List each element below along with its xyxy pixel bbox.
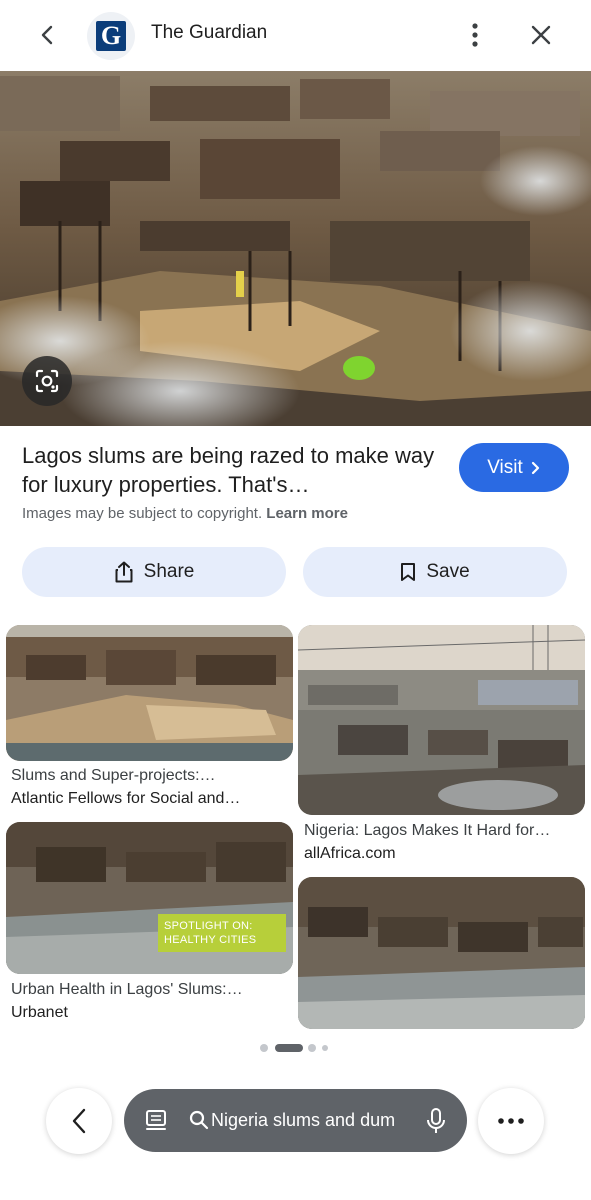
spotlight-overlay-line-2: HEALTHY CITIES [164,934,257,946]
chevron-right-icon [531,461,539,474]
close-icon [531,25,551,45]
related-image-4[interactable] [298,877,585,1029]
copyright-text: Images may be subject to copyright. [22,505,263,522]
bottom-back-button[interactable] [46,1088,112,1154]
more-horiz-icon [498,1118,524,1124]
back-arrow-icon [72,1108,86,1134]
search-icon [189,1110,209,1130]
save-button[interactable]: Save [303,547,567,597]
lens-icon [35,369,59,393]
related-image-2[interactable] [298,625,585,815]
mic-icon[interactable] [426,1107,446,1135]
back-button[interactable] [30,17,66,53]
tabs-icon[interactable] [144,1108,168,1132]
pagination-dots [260,1043,340,1053]
spotlight-overlay-line-1: SPOTLIGHT ON: [164,920,253,932]
share-icon [115,561,133,583]
related-source-1: Atlantic Fellows for Social and… [11,790,241,807]
learn-more-link[interactable]: Learn more [266,505,348,522]
related-image-1[interactable] [6,625,293,761]
save-label: Save [426,561,470,582]
more-options-button[interactable] [457,17,493,53]
site-logo: G [87,12,135,60]
visit-label: Visit [487,456,523,478]
share-button[interactable]: Share [22,547,286,597]
related-image-3[interactable]: SPOTLIGHT ON: HEALTHY CITIES [6,822,293,974]
top-app-bar: G The Guardian [0,0,591,71]
related-title-1[interactable]: Slums and Super-projects:… [11,767,296,785]
search-bar[interactable]: Nigeria slums and dum [124,1089,467,1152]
page-dot [308,1044,316,1052]
share-label: Share [143,561,195,582]
page-dot [322,1045,328,1051]
close-button[interactable] [523,17,559,53]
guardian-logo-icon: G [96,21,126,51]
copyright-notice: Images may be subject to copyright. Lear… [22,505,348,522]
site-title: The Guardian [151,22,268,43]
related-source-2: allAfrica.com [304,845,396,862]
page-dot-active [275,1044,303,1052]
related-title-2[interactable]: Nigeria: Lagos Makes It Hard for… [304,822,589,840]
related-source-3: Urbanet [11,1004,68,1021]
back-arrow-icon [41,25,53,45]
search-query[interactable]: Nigeria slums and dum [211,1110,407,1131]
bottom-more-button[interactable] [478,1088,544,1154]
page-dot [260,1044,268,1052]
bookmark-icon [401,563,416,581]
hero-image[interactable] [0,71,591,426]
result-headline[interactable]: Lagos slums are being razed to make way … [22,441,442,499]
more-vert-icon [472,23,478,47]
visit-button[interactable]: Visit [459,443,569,492]
lens-search-button[interactable] [22,356,72,406]
related-title-3[interactable]: Urban Health in Lagos' Slums:… [11,981,296,999]
